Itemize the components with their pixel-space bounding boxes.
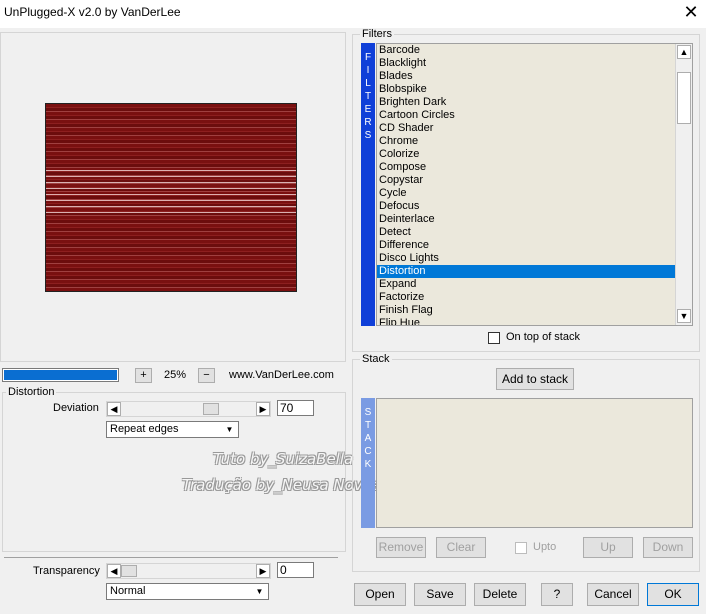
filter-list-item[interactable]: Compose — [377, 161, 675, 174]
remove-button[interactable]: Remove — [376, 537, 426, 558]
watermark-line-1: Tuto by_SuizaBella — [213, 450, 354, 468]
zoom-out-button[interactable]: − — [198, 368, 215, 383]
edge-mode-select[interactable]: Repeat edges ▼ — [106, 421, 239, 438]
arrow-right-icon[interactable]: ▶ — [256, 402, 270, 416]
filter-list-item[interactable]: Blacklight — [377, 57, 675, 70]
close-icon[interactable]: ✕ — [680, 1, 702, 23]
chevron-down-icon: ▼ — [225, 425, 234, 434]
filters-tab: FILTERS — [361, 43, 375, 326]
transparency-slider[interactable]: ◀ ▶ — [106, 563, 271, 579]
filter-list-item[interactable]: Distortion — [377, 265, 675, 278]
cancel-button[interactable]: Cancel — [587, 583, 639, 606]
filter-list-item[interactable]: Barcode — [377, 44, 675, 57]
filter-list-item[interactable]: Disco Lights — [377, 252, 675, 265]
website-link[interactable]: www.VanDerLee.com — [229, 369, 334, 381]
up-button[interactable]: Up — [583, 537, 633, 558]
filter-list-item[interactable]: Finish Flag — [377, 304, 675, 317]
render-progress-bar — [2, 368, 119, 382]
transparency-slider-thumb[interactable] — [121, 565, 137, 577]
arrow-right-icon[interactable]: ▶ — [256, 564, 270, 578]
divider — [4, 557, 338, 558]
arrow-down-icon[interactable]: ▼ — [677, 309, 691, 323]
arrow-left-icon[interactable]: ◀ — [107, 564, 121, 578]
filters-tab-label: FILTERS — [364, 52, 372, 141]
progress-fill — [4, 370, 117, 380]
on-top-checkbox[interactable] — [488, 332, 500, 344]
distortion-group-label: Distortion — [6, 386, 57, 398]
filter-list-item[interactable]: Difference — [377, 239, 675, 252]
filter-list-item[interactable]: Cartoon Circles — [377, 109, 675, 122]
down-button[interactable]: Down — [643, 537, 693, 558]
filter-list-item[interactable]: Chrome — [377, 135, 675, 148]
open-button[interactable]: Open — [354, 583, 406, 606]
transparency-value-input[interactable]: 0 — [277, 562, 314, 578]
ok-button[interactable]: OK — [647, 583, 699, 606]
filter-list-item[interactable]: CD Shader — [377, 122, 675, 135]
filters-scrollbar[interactable]: ▲ ▼ — [675, 44, 692, 325]
window-title: UnPlugged-X v2.0 by VanDerLee — [4, 5, 181, 19]
upto-label: Upto — [533, 541, 557, 553]
filter-list-item[interactable]: Blobspike — [377, 83, 675, 96]
filter-list-item[interactable]: Cycle — [377, 187, 675, 200]
delete-button[interactable]: Delete — [474, 583, 526, 606]
zoom-level: 25% — [163, 369, 187, 381]
filter-list-item[interactable]: Colorize — [377, 148, 675, 161]
stack-tab-label: STACK — [364, 407, 372, 470]
edge-mode-value: Repeat edges — [110, 423, 179, 435]
help-button[interactable]: ? — [541, 583, 573, 606]
filter-list-item[interactable]: Detect — [377, 226, 675, 239]
filter-list-item[interactable]: Flip Hue — [377, 317, 675, 325]
transparency-label: Transparency — [33, 565, 100, 577]
on-top-label: On top of stack — [506, 331, 580, 343]
filter-list-item[interactable]: Expand — [377, 278, 675, 291]
deviation-slider-thumb[interactable] — [203, 403, 219, 415]
chevron-down-icon: ▼ — [255, 587, 264, 596]
stack-list[interactable] — [376, 398, 693, 528]
upto-checkbox[interactable] — [515, 542, 527, 554]
add-to-stack-button[interactable]: Add to stack — [496, 368, 574, 390]
filter-list-item[interactable]: Factorize — [377, 291, 675, 304]
deviation-slider[interactable]: ◀ ▶ — [106, 401, 271, 417]
save-button[interactable]: Save — [414, 583, 466, 606]
clear-button[interactable]: Clear — [436, 537, 486, 558]
filter-list-item[interactable]: Defocus — [377, 200, 675, 213]
blend-mode-value: Normal — [110, 585, 146, 597]
deviation-value-input[interactable]: 70 — [277, 400, 314, 416]
scrollbar-thumb[interactable] — [677, 72, 691, 124]
filter-list-item[interactable]: Blades — [377, 70, 675, 83]
filter-list-item[interactable]: Brighten Dark — [377, 96, 675, 109]
filters-group-label: Filters — [360, 28, 394, 40]
filter-list-item[interactable]: Copystar — [377, 174, 675, 187]
filters-list[interactable]: Barcode Blacklight Blades Blobspike Brighten… — [376, 43, 693, 326]
zoom-in-button[interactable]: + — [135, 368, 152, 383]
preview-streaks — [46, 168, 296, 218]
blend-mode-select[interactable]: Normal ▼ — [106, 583, 269, 600]
stack-tab: STACK — [361, 398, 375, 528]
stack-group-label: Stack — [360, 353, 392, 365]
filter-list-item[interactable]: Deinterlace — [377, 213, 675, 226]
arrow-up-icon[interactable]: ▲ — [677, 45, 691, 59]
arrow-left-icon[interactable]: ◀ — [107, 402, 121, 416]
deviation-label: Deviation — [53, 402, 99, 414]
